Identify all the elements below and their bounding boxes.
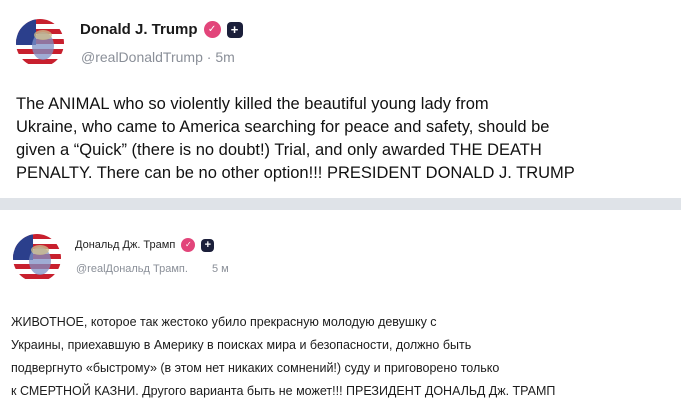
display-name[interactable]: Дональд Дж. Трамп xyxy=(75,239,175,251)
avatar[interactable] xyxy=(16,19,64,67)
post-text-line: к СМЕРТНОЙ КАЗНИ. Другого варианта быть … xyxy=(11,384,556,398)
handle[interactable]: @realDonaldTrump xyxy=(81,49,203,65)
post-text-line: Ukraine, who came to America searching f… xyxy=(16,118,550,136)
post-text: The ANIMAL who so violently killed the b… xyxy=(16,93,676,185)
timestamp[interactable]: 5 м xyxy=(212,263,229,275)
avatar[interactable] xyxy=(13,234,61,282)
post-card-english: Donald J. Trump ✓ + @realDonaldTrump · 5… xyxy=(0,0,681,198)
display-name[interactable]: Donald J. Trump xyxy=(80,21,198,38)
post-text-line: The ANIMAL who so violently killed the b… xyxy=(16,95,489,113)
post-text-line: Украины, приехавшую в Америку в поисках … xyxy=(11,338,472,352)
post-text-line: given a “Quick” (there is no doubt!) Tri… xyxy=(16,141,542,159)
post-text-line: PENALTY. There can be no other option!!!… xyxy=(16,164,575,182)
handle[interactable]: @realДональд Трамп. xyxy=(76,263,188,275)
author-row: Дональд Дж. Трамп ✓ + xyxy=(75,238,215,252)
checkmark-badge-icon: ✓ xyxy=(203,21,221,38)
handle-row: @realДональд Трамп. 5 м xyxy=(76,263,229,275)
post-card-russian: Дональд Дж. Трамп ✓ + @realДональд Трамп… xyxy=(0,210,681,412)
plus-box-icon[interactable]: + xyxy=(226,21,243,38)
flag-portrait-icon xyxy=(16,19,64,67)
separator: · xyxy=(206,49,212,65)
plus-box-icon[interactable]: + xyxy=(201,238,215,252)
author-row: Donald J. Trump ✓ + xyxy=(80,21,243,38)
handle-row: @realDonaldTrump · 5m xyxy=(81,49,235,65)
post-text-line: подвергнуто «быстрому» (в этом нет никак… xyxy=(11,361,500,375)
checkmark-badge-icon: ✓ xyxy=(181,238,196,252)
post-text-line: ЖИВОТНОЕ, которое так жестоко убило прек… xyxy=(11,315,437,329)
post-text: ЖИВОТНОЕ, которое так жестоко убило прек… xyxy=(11,311,676,403)
flag-portrait-icon xyxy=(13,234,61,282)
timestamp[interactable]: 5m xyxy=(215,49,234,65)
